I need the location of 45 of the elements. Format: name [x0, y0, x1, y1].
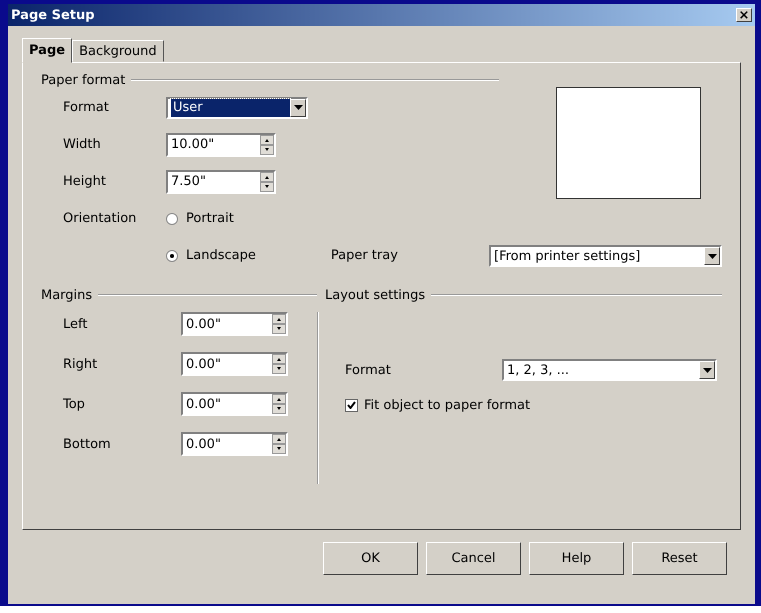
- close-button[interactable]: ×: [736, 8, 752, 22]
- dialog-button[interactable]: OK: [323, 542, 418, 575]
- dialog-button[interactable]: Reset: [632, 542, 727, 575]
- radio-button[interactable]: Portrait: [166, 211, 234, 226]
- spin-stepper[interactable]: [272, 314, 286, 334]
- spin-field[interactable]: 0.00": [181, 392, 288, 416]
- field-label: Orientation: [63, 211, 138, 226]
- field-label: Format: [345, 362, 392, 378]
- caret-icon: [708, 254, 716, 258]
- dropdown-field[interactable]: [From printer settings]: [489, 245, 722, 267]
- radio-button[interactable]: Landscape: [166, 248, 256, 263]
- dialog-button[interactable]: Cancel: [426, 542, 521, 575]
- field-label: Right: [63, 356, 98, 372]
- spin-field[interactable]: 7.50": [166, 170, 276, 194]
- field-label: Top: [63, 396, 86, 412]
- field-label: Height: [63, 174, 107, 189]
- field-label: Paper tray: [330, 248, 398, 263]
- tab[interactable]: Page: [22, 38, 72, 63]
- section-heading: Margins: [41, 288, 92, 302]
- spin-field[interactable]: 0.00": [181, 312, 288, 336]
- caret-icon: [702, 368, 712, 372]
- dialog-button[interactable]: Help: [529, 542, 624, 575]
- spin-stepper[interactable]: [272, 394, 286, 414]
- spin-stepper[interactable]: [260, 172, 274, 192]
- section-heading: Layout settings: [325, 288, 426, 302]
- field-label: Bottom: [63, 436, 112, 452]
- spin-field[interactable]: 0.00": [181, 432, 288, 456]
- dropdown-field[interactable]: User: [166, 96, 308, 118]
- dropdown-button[interactable]: [290, 98, 306, 116]
- spin-stepper[interactable]: [272, 434, 286, 454]
- checkbox[interactable]: Fit object to paper format: [327, 390, 722, 420]
- window-title: Page Setup: [11, 8, 95, 22]
- field-label: Format: [63, 100, 110, 115]
- field-label: Left: [63, 316, 88, 332]
- tab[interactable]: Background: [72, 40, 164, 62]
- section-heading: Paper format: [41, 72, 126, 88]
- field-label: Width: [63, 137, 102, 152]
- caret-icon: [294, 105, 302, 110]
- spin-stepper[interactable]: [260, 134, 274, 154]
- dropdown-field[interactable]: 1, 2, 3, ...: [502, 359, 717, 381]
- spin-field[interactable]: 0.00": [181, 352, 288, 376]
- spin-stepper[interactable]: [272, 354, 286, 374]
- dropdown-button[interactable]: [704, 247, 720, 265]
- dropdown-button[interactable]: [699, 361, 715, 379]
- spin-field[interactable]: 10.00": [166, 132, 276, 156]
